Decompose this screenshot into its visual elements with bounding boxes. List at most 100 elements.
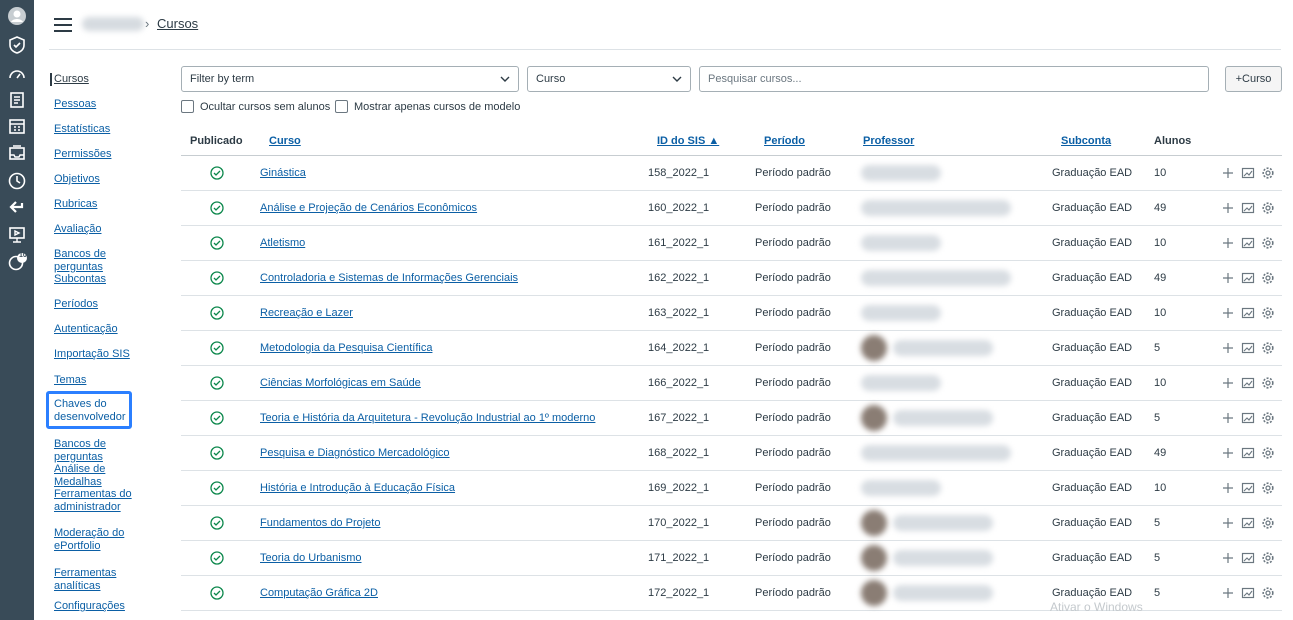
help-icon[interactable]: 10 xyxy=(5,251,29,273)
subnav-item[interactable]: Bancos de perguntas xyxy=(50,438,158,464)
settings-gear-icon[interactable] xyxy=(1261,481,1275,495)
add-user-icon[interactable] xyxy=(1221,341,1235,355)
settings-gear-icon[interactable] xyxy=(1261,586,1275,600)
course-link[interactable]: Controladoria e Sistemas de Informações … xyxy=(260,272,518,284)
teacher-name[interactable] xyxy=(861,375,941,391)
add-user-icon[interactable] xyxy=(1221,516,1235,530)
settings-gear-icon[interactable] xyxy=(1261,516,1275,530)
settings-gear-icon[interactable] xyxy=(1261,201,1275,215)
statistics-icon[interactable] xyxy=(1241,481,1255,495)
col-term[interactable]: Período xyxy=(764,135,805,147)
courses-icon[interactable] xyxy=(5,89,29,111)
statistics-icon[interactable] xyxy=(1241,201,1255,215)
statistics-icon[interactable] xyxy=(1241,236,1255,250)
add-course-button[interactable]: +Curso xyxy=(1225,66,1282,92)
statistics-icon[interactable] xyxy=(1241,446,1255,460)
subnav-item[interactable]: Cursos xyxy=(50,73,158,86)
statistics-icon[interactable] xyxy=(1241,516,1255,530)
course-link[interactable]: Teoria e História da Arquitetura - Revol… xyxy=(260,412,595,424)
course-link[interactable]: Teoria do Urbanismo xyxy=(260,552,362,564)
profile-icon[interactable] xyxy=(5,5,29,27)
statistics-icon[interactable] xyxy=(1241,586,1255,600)
course-link[interactable]: Atletismo xyxy=(260,237,305,249)
statistics-icon[interactable] xyxy=(1241,411,1255,425)
breadcrumb-account[interactable] xyxy=(82,17,144,31)
commons-icon[interactable] xyxy=(5,196,29,218)
teacher-name[interactable] xyxy=(893,340,993,356)
teacher-name[interactable] xyxy=(893,410,993,426)
teacher-name[interactable] xyxy=(861,200,1011,216)
subnav-item[interactable]: Moderação do ePortfolio xyxy=(50,527,158,553)
course-link[interactable]: Ginástica xyxy=(260,167,306,179)
settings-gear-icon[interactable] xyxy=(1261,446,1275,460)
add-user-icon[interactable] xyxy=(1221,236,1235,250)
hamburger-menu-icon[interactable] xyxy=(54,18,72,32)
subnav-item[interactable]: Rubricas xyxy=(50,198,158,211)
settings-gear-icon[interactable] xyxy=(1261,376,1275,390)
course-link[interactable]: Ciências Morfológicas em Saúde xyxy=(260,377,421,389)
teacher-name[interactable] xyxy=(861,480,941,496)
checkbox-box[interactable] xyxy=(335,100,348,113)
add-user-icon[interactable] xyxy=(1221,481,1235,495)
add-user-icon[interactable] xyxy=(1221,446,1235,460)
add-user-icon[interactable] xyxy=(1221,376,1235,390)
subnav-item[interactable]: Autenticação xyxy=(50,323,158,336)
teacher-name[interactable] xyxy=(893,550,993,566)
calendar-icon[interactable] xyxy=(5,115,29,137)
add-user-icon[interactable] xyxy=(1221,586,1235,600)
statistics-icon[interactable] xyxy=(1241,376,1255,390)
subnav-item[interactable]: Ferramentas do administrador xyxy=(50,488,158,514)
teacher-name[interactable] xyxy=(861,165,941,181)
blueprint-only-checkbox[interactable]: Mostrar apenas cursos de modelo xyxy=(335,100,520,113)
settings-gear-icon[interactable] xyxy=(1261,551,1275,565)
subnav-item[interactable]: Permissões xyxy=(50,148,158,161)
teacher-name[interactable] xyxy=(893,515,993,531)
statistics-icon[interactable] xyxy=(1241,551,1255,565)
hide-empty-checkbox[interactable]: Ocultar cursos sem alunos xyxy=(181,100,330,113)
statistics-icon[interactable] xyxy=(1241,341,1255,355)
dashboard-icon[interactable] xyxy=(5,64,29,86)
course-search-input[interactable]: Pesquisar cursos... xyxy=(699,66,1209,92)
add-user-icon[interactable] xyxy=(1221,271,1235,285)
teacher-name[interactable] xyxy=(861,270,1011,286)
course-link[interactable]: Pesquisa e Diagnóstico Mercadológico xyxy=(260,447,450,459)
settings-gear-icon[interactable] xyxy=(1261,166,1275,180)
col-subaccount[interactable]: Subconta xyxy=(1061,135,1111,147)
course-link[interactable]: Computação Gráfica 2D xyxy=(260,587,378,599)
course-link[interactable]: Recreação e Lazer xyxy=(260,307,353,319)
subnav-item[interactable]: Bancos de perguntas xyxy=(50,248,158,274)
subnav-item[interactable]: Análise de Medalhas xyxy=(50,463,158,489)
subnav-item[interactable]: Configurações xyxy=(50,600,158,613)
history-icon[interactable] xyxy=(5,170,29,192)
breadcrumb-cursos[interactable]: Cursos xyxy=(157,16,198,31)
subnav-item[interactable]: Estatísticas xyxy=(50,123,158,136)
studio-icon[interactable] xyxy=(5,224,29,246)
statistics-icon[interactable] xyxy=(1241,306,1255,320)
settings-gear-icon[interactable] xyxy=(1261,271,1275,285)
subnav-item[interactable]: Temas xyxy=(50,374,158,387)
add-user-icon[interactable] xyxy=(1221,411,1235,425)
checkbox-box[interactable] xyxy=(181,100,194,113)
subnav-item[interactable]: Importação SIS xyxy=(50,348,158,361)
term-filter-select[interactable]: Filter by term xyxy=(181,66,519,92)
subnav-item[interactable]: Ferramentas analíticas xyxy=(50,567,158,593)
course-link[interactable]: Análise e Projeção de Cenários Econômico… xyxy=(260,202,477,214)
add-user-icon[interactable] xyxy=(1221,306,1235,320)
subnav-item[interactable]: Pessoas xyxy=(50,98,158,111)
add-user-icon[interactable] xyxy=(1221,551,1235,565)
search-type-select[interactable]: Curso xyxy=(527,66,691,92)
settings-gear-icon[interactable] xyxy=(1261,411,1275,425)
statistics-icon[interactable] xyxy=(1241,271,1255,285)
inbox-icon[interactable] xyxy=(5,142,29,164)
settings-gear-icon[interactable] xyxy=(1261,306,1275,320)
add-user-icon[interactable] xyxy=(1221,201,1235,215)
col-course[interactable]: Curso xyxy=(269,135,301,147)
course-link[interactable]: História e Introdução à Educação Física xyxy=(260,482,455,494)
course-link[interactable]: Metodologia da Pesquisa Científica xyxy=(260,342,432,354)
subnav-item[interactable]: Objetivos xyxy=(50,173,158,186)
teacher-name[interactable] xyxy=(861,235,941,251)
subnav-item[interactable]: Períodos xyxy=(50,298,158,311)
col-sis-id[interactable]: ID do SIS ▲ xyxy=(657,135,719,147)
teacher-name[interactable] xyxy=(861,445,1011,461)
statistics-icon[interactable] xyxy=(1241,166,1255,180)
